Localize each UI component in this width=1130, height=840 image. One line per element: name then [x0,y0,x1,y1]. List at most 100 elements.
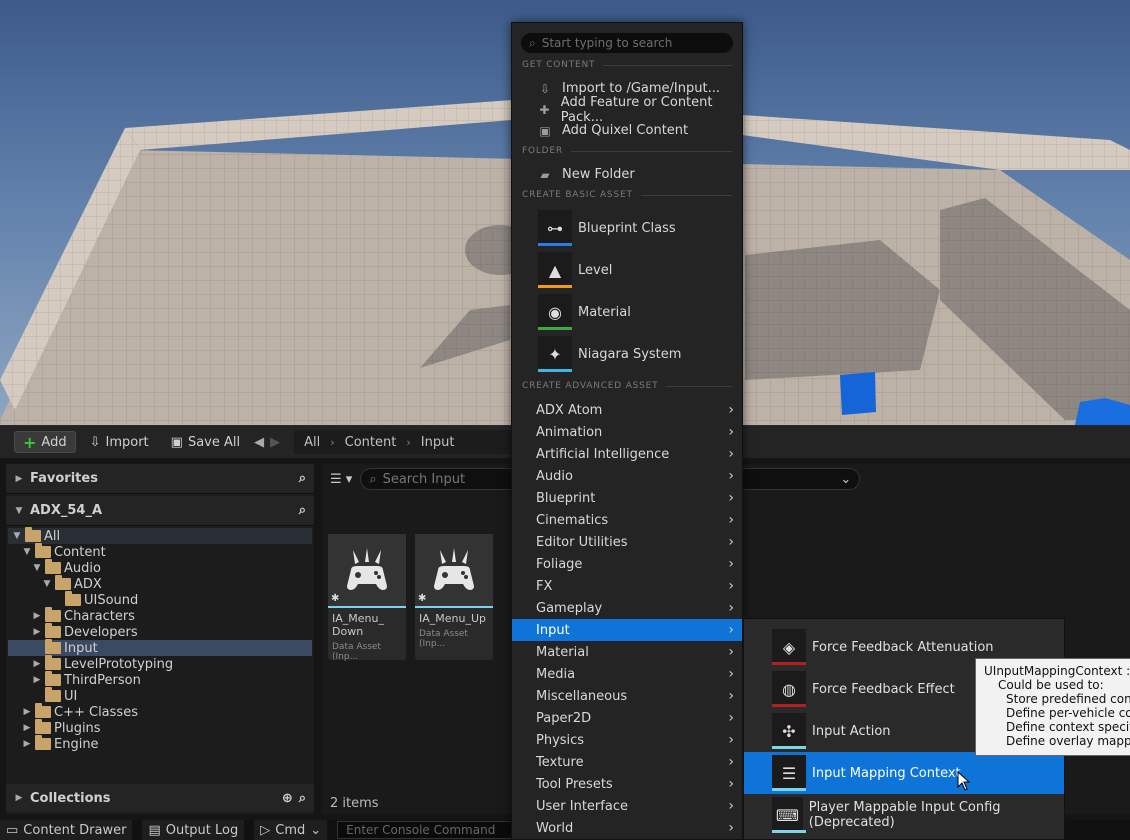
tree-item[interactable]: UISound [8,591,312,608]
category-menu-item[interactable]: User Interface › [512,795,742,817]
category-menu-item[interactable]: Artificial Intelligence › [512,443,742,465]
tree-item[interactable]: Input [8,639,312,656]
search-icon[interactable]: ⌕ [299,471,306,486]
chevron-down-icon: ⌄ [310,822,322,838]
chevron-right-icon: › [728,622,734,638]
submenu-item-label: Player Mappable Input Config (Deprecated… [808,800,1001,830]
collections-header[interactable]: ▶ Collections ⊕ ⌕ [6,784,314,812]
category-menu-item[interactable]: Physics › [512,729,742,751]
breadcrumb-content[interactable]: Content [345,435,397,450]
basic-asset-item[interactable]: ◉ Material [538,292,742,332]
cmd-dropdown[interactable]: ▷ Cmd ⌄ [254,820,328,840]
category-menu-item[interactable]: Gameplay › [512,597,742,619]
tree-item[interactable]: ▶ Developers [8,623,312,640]
chevron-down-icon[interactable]: ⌄ [840,472,851,487]
category-menu-item[interactable]: Material › [512,641,742,663]
add-feature-menu-item[interactable]: ✚ Add Feature or Content Pack... [512,95,742,125]
category-menu-item[interactable]: FX › [512,575,742,597]
basic-asset-item[interactable]: ⊶ Blueprint Class [538,208,742,248]
add-button[interactable]: + Add [14,431,76,453]
category-menu-item[interactable]: Animation › [512,421,742,443]
asset-type: Data Asset (Inp... [332,642,381,662]
filter-icon[interactable]: ☰ ▾ [330,472,352,487]
breadcrumb-input[interactable]: Input [421,435,455,450]
tree-item[interactable]: ▶ ThirdPerson [8,671,312,688]
category-menu-item[interactable]: Texture › [512,751,742,773]
niagara-icon: ✦ [538,336,572,372]
chevron-right-icon: › [728,578,734,594]
basic-asset-item[interactable]: ▲ Level [538,250,742,290]
chevron-right-icon: › [728,512,734,528]
chevron-right-icon[interactable]: ▶ [32,611,42,621]
tree-item[interactable]: ▼ Content [8,543,312,560]
search-icon[interactable]: ⌕ [299,791,306,806]
category-menu-item[interactable]: Media › [512,663,742,685]
tree-item[interactable]: ▼ ADX [8,575,312,592]
chevron-right-icon: › [728,468,734,484]
tree-item-label: C++ Classes [54,704,138,720]
category-menu-item[interactable]: Tool Presets › [512,773,742,795]
content-drawer-button[interactable]: ▭ Content Drawer [0,820,133,840]
output-log-button[interactable]: ▤ Output Log [142,820,245,840]
chevron-right-icon: › [406,435,411,449]
console-input[interactable]: Enter Console Command [337,821,538,839]
breadcrumb-all[interactable]: All [304,435,320,450]
tree-item[interactable]: ▼ Audio [8,559,312,576]
category-menu-item[interactable]: Foliage › [512,553,742,575]
category-label: Blueprint [536,490,596,506]
chevron-down-icon[interactable]: ▼ [12,531,22,541]
category-menu-item[interactable]: ADX Atom › [512,399,742,421]
search-icon[interactable]: ⌕ [299,503,306,518]
category-menu-item[interactable]: Blueprint › [512,487,742,509]
submenu-item[interactable]: ⌨ Player Mappable Input Config (Deprecate… [744,794,1064,836]
forward-icon[interactable]: ▶ [270,435,280,450]
level-icon: ▲ [538,252,572,288]
tree-item[interactable]: ▶ LevelPrototyping [8,655,312,672]
tree-item-label: Input [64,640,98,656]
tree-item[interactable]: ▶ Characters [8,607,312,624]
save-all-button[interactable]: ▣ Save All [163,431,248,453]
category-menu-item[interactable]: World › [512,817,742,839]
tree-item[interactable]: ▶ Engine [8,735,312,752]
basic-asset-item[interactable]: ✦ Niagara System [538,334,742,374]
chevron-right-icon: › [728,776,734,792]
menu-search-input[interactable]: ⌕ Start typing to search [521,33,733,53]
chevron-right-icon[interactable]: ▶ [32,675,42,685]
chevron-down-icon[interactable]: ▼ [42,579,52,589]
submenu-item[interactable]: ☰ Input Mapping Context [744,752,1064,794]
import-icon: ⇩ [539,81,551,96]
keyboard-icon: ⌨ [772,797,806,833]
tree-item[interactable]: ▶ Plugins [8,719,312,736]
chevron-down-icon: ▼ [15,505,23,516]
tree-item[interactable]: UI [8,687,312,704]
asset-tile[interactable]: ✱ IA_Menu_ Down Data Asset (Inp... [328,534,406,662]
chevron-right-icon[interactable]: ▶ [22,723,32,733]
chevron-right-icon[interactable]: ▶ [22,707,32,717]
category-label: Media [536,666,576,682]
category-menu-item[interactable]: Audio › [512,465,742,487]
submenu-item-label: Force Feedback Attenuation [812,639,994,655]
category-label: Texture [536,754,584,770]
tree-item[interactable]: ▶ C++ Classes [8,703,312,720]
chevron-right-icon[interactable]: ▶ [32,627,42,637]
tree-item[interactable]: ▼ All [8,527,312,544]
asset-tile[interactable]: ✱ IA_Menu_Up Data Asset (Inp... [415,534,493,660]
chevron-down-icon[interactable]: ▼ [22,547,32,557]
chevron-right-icon: › [728,644,734,660]
category-menu-item[interactable]: Paper2D › [512,707,742,729]
favorites-header[interactable]: ▶ Favorites ⌕ [6,464,314,494]
import-button[interactable]: ⇩ Import [82,431,157,453]
category-menu-item[interactable]: Cinematics › [512,509,742,531]
category-menu-item[interactable]: Input › [512,619,742,641]
chevron-down-icon[interactable]: ▼ [32,563,42,573]
new-folder-menu-item[interactable]: ▰ New Folder [512,164,742,185]
back-icon[interactable]: ◀ [254,435,264,450]
chevron-right-icon: › [728,534,734,550]
category-menu-item[interactable]: Editor Utilities › [512,531,742,553]
chevron-right-icon[interactable]: ▶ [32,659,42,669]
category-menu-item[interactable]: Miscellaneous › [512,685,742,707]
chevron-right-icon[interactable]: ▶ [22,739,32,749]
quixel-menu-item[interactable]: ▣ Add Quixel Content [512,120,742,141]
add-collection-icon[interactable]: ⊕ [282,791,293,806]
project-header[interactable]: ▼ ADX_54_A ⌕ [6,496,314,526]
